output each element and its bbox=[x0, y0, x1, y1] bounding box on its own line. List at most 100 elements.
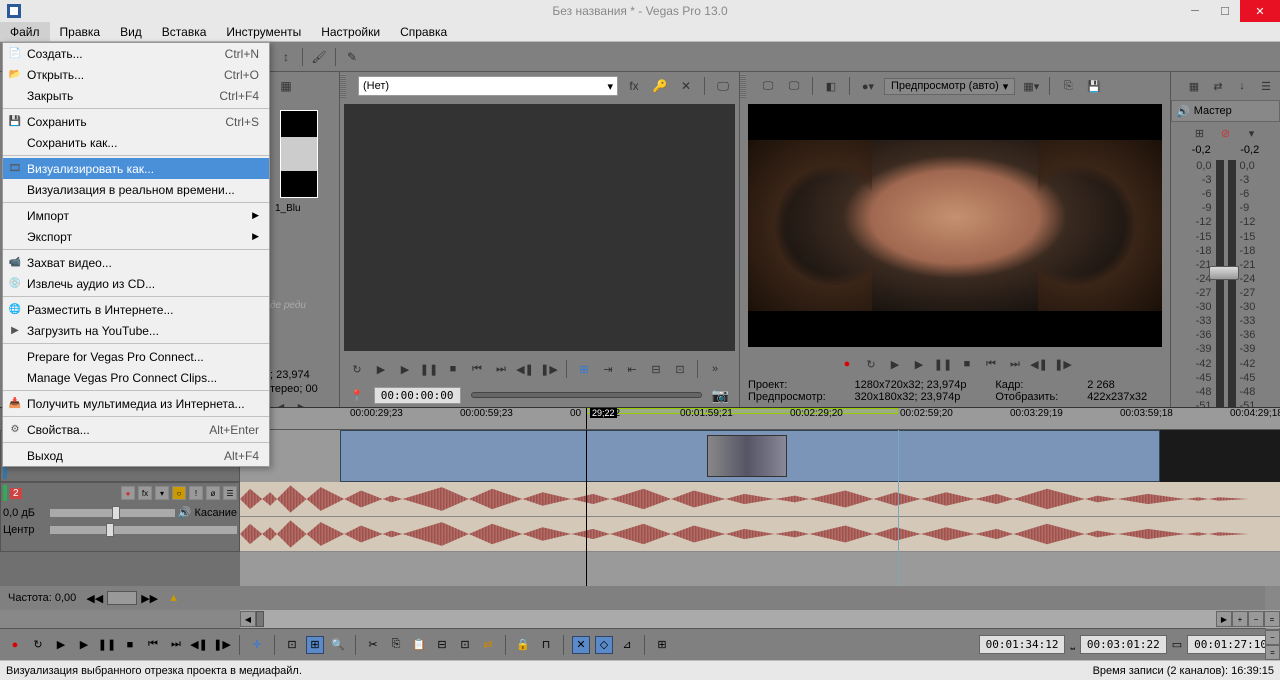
tool-b-icon[interactable]: ⊟ bbox=[433, 636, 451, 654]
tool3-icon[interactable]: ⊟ bbox=[647, 360, 665, 378]
stop-icon[interactable]: ■ bbox=[121, 636, 139, 654]
play-icon[interactable]: ▶ bbox=[75, 636, 93, 654]
audio-clip[interactable] bbox=[240, 482, 1280, 552]
audio-track-header[interactable]: 2 ● fx ▾ ○ ! ø ☰ 0,0 дБ 🔊 Касание bbox=[0, 482, 240, 552]
save-snapshot-icon[interactable]: 💾 bbox=[1084, 76, 1104, 96]
scroll-thumb[interactable] bbox=[256, 611, 264, 627]
pause-icon[interactable]: ❚❚ bbox=[934, 355, 952, 373]
master-fx-icon[interactable]: ⊞ bbox=[1190, 123, 1210, 143]
phase-icon[interactable]: ø bbox=[206, 486, 220, 500]
lock-icon[interactable]: 🔒 bbox=[514, 636, 532, 654]
rate-rev-icon[interactable]: ◀◀ bbox=[86, 592, 103, 605]
copy-snapshot-icon[interactable]: ⎘ bbox=[1058, 76, 1078, 96]
hzoom-out-icon[interactable]: − bbox=[1248, 611, 1264, 627]
timecode-selection-length[interactable]: 00:01:27:10 bbox=[1187, 635, 1274, 654]
quantize-icon[interactable]: ◇ bbox=[595, 636, 613, 654]
go-start-icon[interactable]: ⏮ bbox=[144, 636, 162, 654]
ripple-icon[interactable]: ⇄ bbox=[479, 636, 497, 654]
file-menu-item[interactable]: Manage Vegas Pro Connect Clips... bbox=[3, 367, 269, 388]
trimmer-scrub-slider[interactable] bbox=[471, 392, 702, 398]
more-icon[interactable]: » bbox=[706, 360, 724, 378]
scroll-left-icon[interactable]: ◀ bbox=[240, 611, 256, 627]
file-menu-item[interactable]: 📥Получить мультимедиа из Интернета... bbox=[3, 393, 269, 414]
go-end-icon[interactable]: ⏭ bbox=[167, 636, 185, 654]
rate-scrub-knob[interactable] bbox=[107, 591, 137, 605]
scroll-right-icon[interactable]: ▶ bbox=[1216, 611, 1232, 627]
next-frame-icon[interactable]: ❚▶ bbox=[540, 360, 558, 378]
envelope-icon[interactable]: ⊿ bbox=[618, 636, 636, 654]
play-from-start-icon[interactable]: ▶ bbox=[396, 360, 414, 378]
loop-icon[interactable]: ↻ bbox=[862, 355, 880, 373]
key-icon[interactable]: 🔑 bbox=[650, 76, 670, 96]
paste-icon[interactable]: 📋 bbox=[410, 636, 428, 654]
track-fx-icon[interactable]: fx bbox=[138, 486, 152, 500]
trimmer-timecode[interactable]: 00:00:00:00 bbox=[374, 387, 461, 404]
file-menu-item[interactable]: Импорт▶ bbox=[3, 205, 269, 226]
play-start-icon[interactable]: ▶ bbox=[886, 355, 904, 373]
stop-icon[interactable]: ■ bbox=[958, 355, 976, 373]
cut-icon[interactable]: ✂ bbox=[364, 636, 382, 654]
audio-track-content[interactable] bbox=[240, 482, 1280, 552]
loop-icon[interactable]: ↻ bbox=[29, 636, 47, 654]
next-frame-icon[interactable]: ❚▶ bbox=[213, 636, 231, 654]
snap-icon[interactable]: ⊞ bbox=[306, 636, 324, 654]
menu-view[interactable]: Вид bbox=[110, 22, 152, 41]
tool-icon[interactable]: ⇥ bbox=[599, 360, 617, 378]
next-frame-icon[interactable]: ❚▶ bbox=[1054, 355, 1072, 373]
media-clip-thumb[interactable] bbox=[280, 110, 318, 198]
prev-frame-icon[interactable]: ◀❚ bbox=[190, 636, 208, 654]
ignore-event-grouping-icon[interactable]: ⊞ bbox=[653, 636, 671, 654]
tool-a-icon[interactable]: ⊡ bbox=[283, 636, 301, 654]
preview-quality-select[interactable]: Предпросмотр (авто)▾ bbox=[884, 78, 1015, 95]
mixer-tool4-icon[interactable]: ☰ bbox=[1256, 76, 1276, 96]
file-menu-item[interactable]: 📄Создать...Ctrl+N bbox=[3, 43, 269, 64]
menu-options[interactable]: Настройки bbox=[311, 22, 390, 41]
tool2-icon[interactable]: ⇤ bbox=[623, 360, 641, 378]
play-start-icon[interactable]: ▶ bbox=[52, 636, 70, 654]
track-settings-icon[interactable]: ☰ bbox=[223, 486, 237, 500]
vzoom-out-icon[interactable]: − bbox=[1265, 630, 1280, 645]
master-fader[interactable] bbox=[1209, 266, 1239, 280]
close-button[interactable]: ✕ bbox=[1240, 0, 1280, 22]
volume-slider[interactable] bbox=[50, 509, 175, 517]
edit-tool-normal-icon[interactable]: ✛ bbox=[248, 636, 266, 654]
timeline-ruler[interactable]: 0000:00:29;2300:00:59;230029;2200:01:59;… bbox=[240, 408, 1280, 430]
minimize-button[interactable]: ─ bbox=[1180, 0, 1210, 22]
menu-tools[interactable]: Инструменты bbox=[216, 22, 311, 41]
play-icon[interactable]: ▶ bbox=[372, 360, 390, 378]
panel-grip-icon[interactable] bbox=[740, 74, 746, 98]
go-end-icon[interactable]: ⏭ bbox=[492, 360, 510, 378]
video-clip[interactable] bbox=[340, 430, 1160, 482]
file-menu-item[interactable]: ▶Загрузить на YouTube... bbox=[3, 320, 269, 341]
file-menu-item[interactable]: 📹Захват видео... bbox=[3, 252, 269, 273]
play-icon[interactable]: ▶ bbox=[910, 355, 928, 373]
eyedropper-icon[interactable]: ✎ bbox=[342, 47, 362, 67]
solo-icon[interactable]: ! bbox=[189, 486, 203, 500]
rate-fwd-icon[interactable]: ▶▶ bbox=[141, 592, 158, 605]
automation-icon[interactable]: ▾ bbox=[155, 486, 169, 500]
file-menu-item[interactable]: 🌐Разместить в Интернете... bbox=[3, 299, 269, 320]
tool4-icon[interactable]: ⊡ bbox=[671, 360, 689, 378]
preview-ext-icon[interactable]: 🖵 bbox=[784, 76, 804, 96]
maximize-button[interactable]: ☐ bbox=[1210, 0, 1240, 22]
vzoom-fit-icon[interactable]: = bbox=[1265, 645, 1280, 660]
stop-icon[interactable]: ■ bbox=[444, 360, 462, 378]
timecode-cursor[interactable]: 00:01:34:12 bbox=[979, 635, 1066, 654]
file-menu-item[interactable]: Визуализация в реальном времени... bbox=[3, 179, 269, 200]
go-end-icon[interactable]: ⏭ bbox=[1006, 355, 1024, 373]
file-menu-item[interactable]: Prepare for Vegas Pro Connect... bbox=[3, 346, 269, 367]
monitor-icon[interactable]: 🖵 bbox=[713, 76, 733, 96]
add-to-timeline-icon[interactable]: ⊞ bbox=[575, 360, 593, 378]
auto-crossfade-icon[interactable]: ✕ bbox=[572, 636, 590, 654]
pause-icon[interactable]: ❚❚ bbox=[420, 360, 438, 378]
menu-help[interactable]: Справка bbox=[390, 22, 457, 41]
master-mute-icon[interactable]: ⊘ bbox=[1216, 123, 1236, 143]
record-icon[interactable]: ● bbox=[838, 355, 856, 373]
menu-insert[interactable]: Вставка bbox=[152, 22, 217, 41]
video-track-content[interactable] bbox=[240, 430, 1280, 482]
record-icon[interactable]: ● bbox=[6, 636, 24, 654]
snapshot-icon[interactable]: 📷 bbox=[712, 387, 729, 404]
auto-ripple-icon[interactable]: ⊓ bbox=[537, 636, 555, 654]
preview-fx-icon[interactable]: 🖵 bbox=[758, 76, 778, 96]
pause-icon[interactable]: ❚❚ bbox=[98, 636, 116, 654]
